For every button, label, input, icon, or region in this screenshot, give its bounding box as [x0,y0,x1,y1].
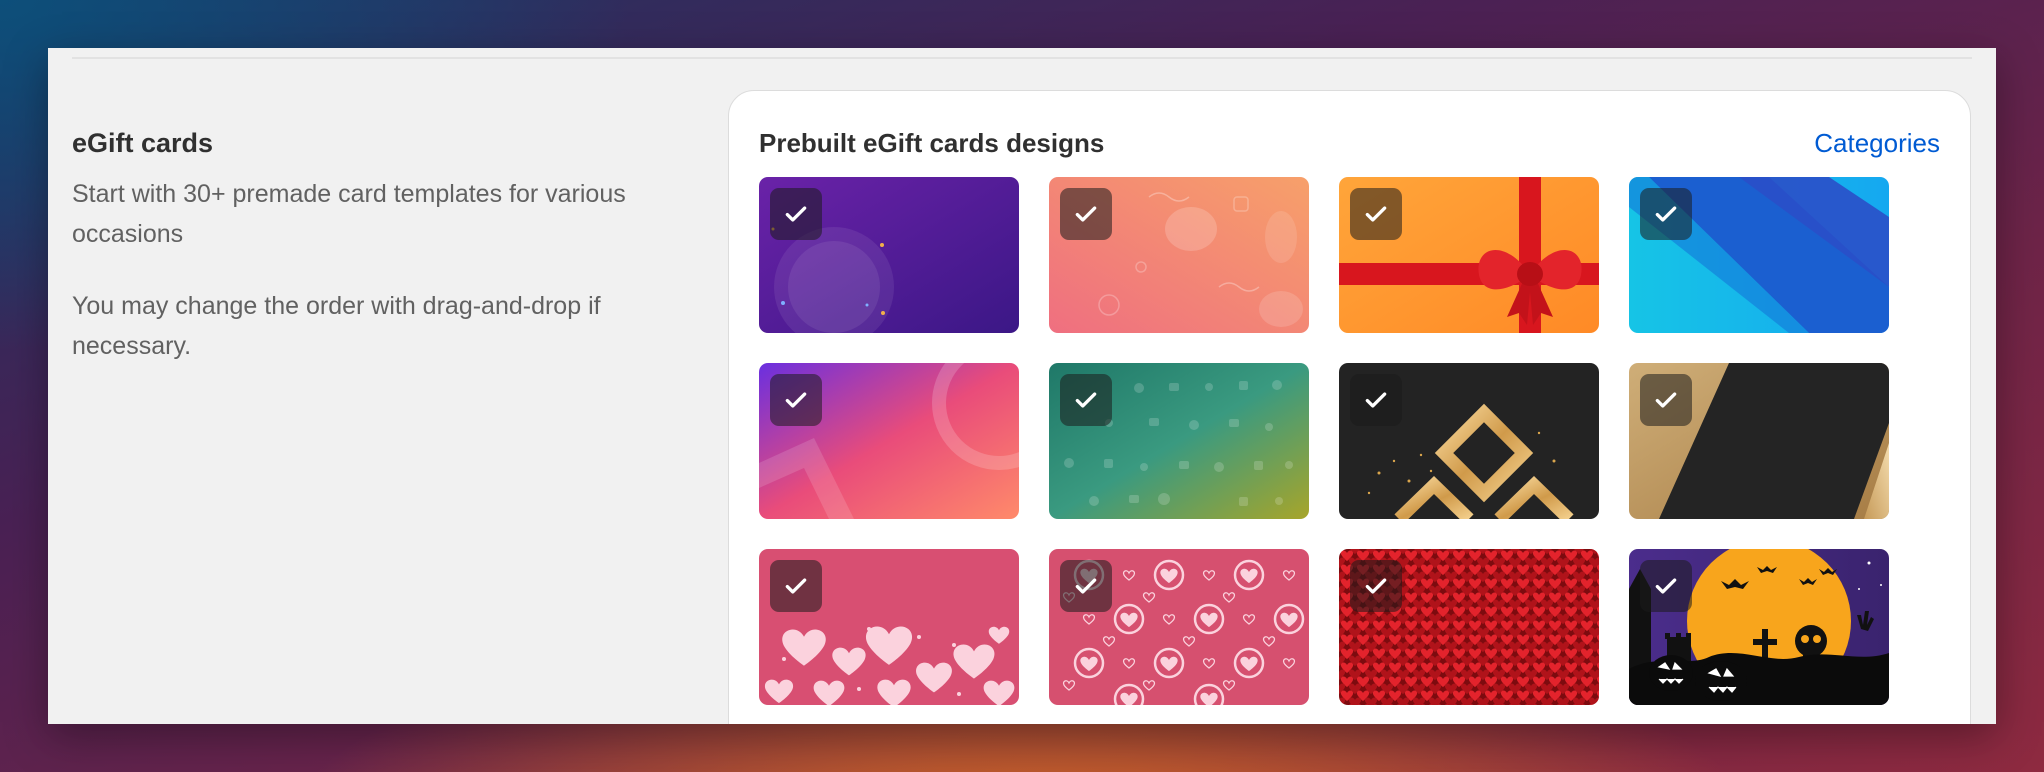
categories-link[interactable]: Categories [1814,128,1940,159]
card-pink-heart-pattern[interactable] [1049,549,1309,705]
card-red-hearts-mosaic[interactable] [1339,549,1599,705]
card-halloween-moon[interactable] [1629,549,1889,705]
card-blue-cyan-gradient[interactable] [1629,177,1889,333]
checkbox-card-4[interactable] [1640,188,1692,240]
checkbox-card-12[interactable] [1640,560,1692,612]
checkbox-card-8[interactable] [1640,374,1692,426]
checkmark-icon [1655,578,1677,594]
card-black-gold-diamond[interactable] [1339,363,1599,519]
card-violet-coral-gradient[interactable] [759,363,1019,519]
checkbox-card-6[interactable] [1060,374,1112,426]
checkmark-icon [1365,206,1387,222]
card-peach-doodles[interactable] [1049,177,1309,333]
panel-header: Prebuilt eGift cards designs Categories [759,125,1940,161]
checkmark-icon [1075,578,1097,594]
card-pink-hearts-bottom[interactable] [759,549,1019,705]
designs-panel: Prebuilt eGift cards designs Categories [728,90,1971,724]
checkmark-icon [785,206,807,222]
card-teal-olive-icons[interactable] [1049,363,1309,519]
checkmark-icon [1075,392,1097,408]
checkbox-card-9[interactable] [770,560,822,612]
checkbox-card-10[interactable] [1060,560,1112,612]
card-orange-gift-ribbon[interactable] [1339,177,1599,333]
checkmark-icon [1365,578,1387,594]
card-purple-sparkle[interactable] [759,177,1019,333]
checkbox-card-11[interactable] [1350,560,1402,612]
card-grid [759,177,1889,705]
checkmark-icon [785,578,807,594]
checkbox-card-3[interactable] [1350,188,1402,240]
checkmark-icon [1365,392,1387,408]
checkbox-card-2[interactable] [1060,188,1112,240]
section-note-text: You may change the order with drag-and-d… [72,292,601,360]
settings-window: eGift cards Start with 30+ premade card … [48,48,1996,724]
divider [72,57,1972,59]
panel-title: Prebuilt eGift cards designs [759,127,1105,158]
section-title: eGift cards [72,128,214,158]
checkmark-icon [1655,392,1677,408]
checkmark-icon [785,392,807,408]
checkmark-icon [1655,206,1677,222]
section-description-text: Start with 30+ premade card templates fo… [72,180,626,248]
checkbox-card-1[interactable] [770,188,822,240]
card-gold-black-diagonal[interactable] [1629,363,1889,519]
checkbox-card-5[interactable] [770,374,822,426]
section-description: eGift cards Start with 30+ premade card … [72,126,672,366]
checkbox-card-7[interactable] [1350,374,1402,426]
checkmark-icon [1075,206,1097,222]
